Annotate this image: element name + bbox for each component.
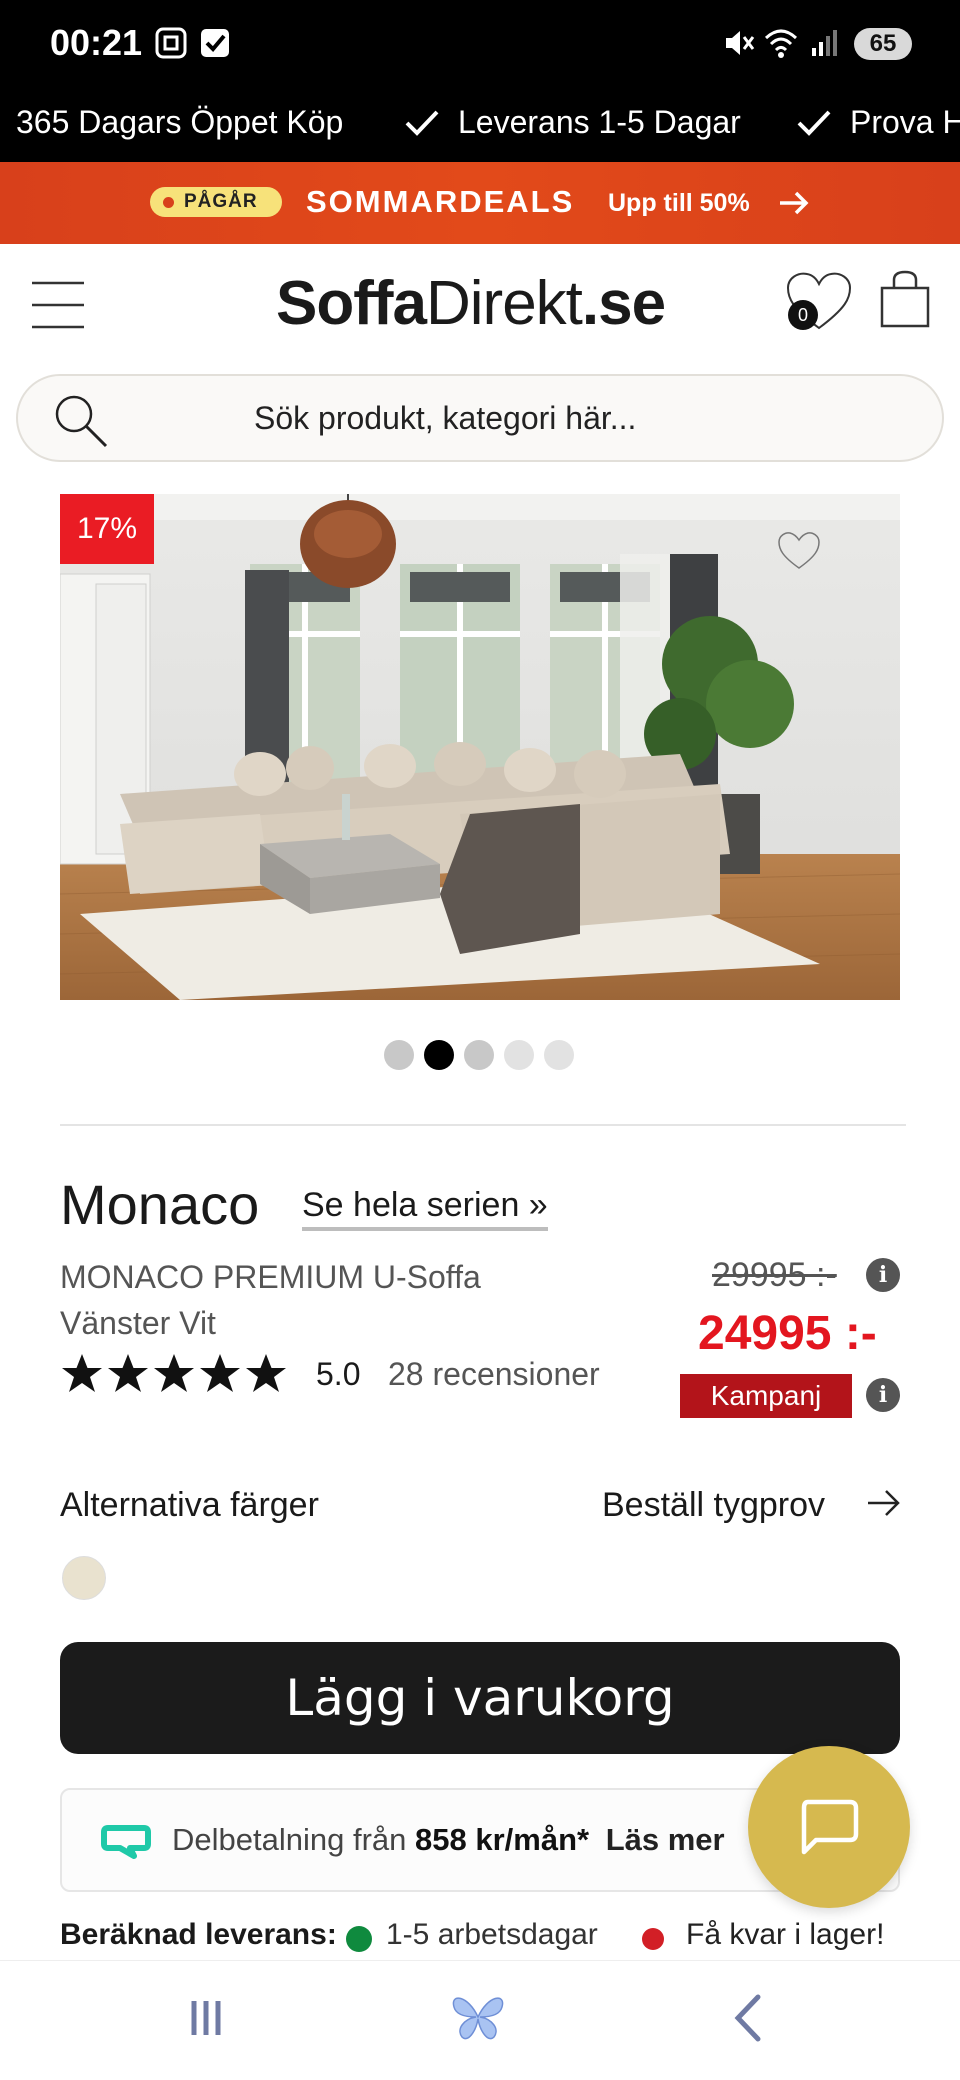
ticker-item: Leverans 1-5 Dagar <box>458 104 741 140</box>
read-more-link[interactable]: Läs mer <box>606 1822 725 1857</box>
ticker-item: Prova H <box>850 104 960 140</box>
color-swatch[interactable] <box>62 1556 106 1600</box>
battery-indicator: 65 <box>854 28 912 60</box>
pagination-dot[interactable] <box>384 1040 414 1070</box>
fabric-sample-link[interactable]: Beställ tygprov <box>602 1486 825 1525</box>
payment-provider-icon <box>101 1825 151 1859</box>
rating-value: 5.0 <box>316 1356 361 1392</box>
screenshot-icon <box>155 27 187 59</box>
product-image[interactable] <box>60 494 900 1000</box>
info-icon[interactable]: i <box>866 1378 900 1412</box>
alt-colors-label: Alternativa färger <box>60 1486 319 1524</box>
search-placeholder: Sök produkt, kategori här... <box>254 400 637 436</box>
promo-subtitle: Upp till 50% <box>608 189 750 217</box>
stock-status: Få kvar i lager! <box>686 1918 885 1951</box>
discount-badge: 17% <box>60 494 154 564</box>
logo-rest: Direkt <box>426 269 583 338</box>
wifi-icon <box>764 29 798 58</box>
pagination-dot[interactable] <box>504 1040 534 1070</box>
recent-apps-icon[interactable] <box>186 1993 236 2043</box>
wishlist-heart-icon[interactable] <box>776 530 822 572</box>
live-dot <box>163 197 174 208</box>
installment-prefix: Delbetalning från <box>172 1822 407 1857</box>
low-stock-dot <box>642 1928 664 1950</box>
campaign-label: Kampanj <box>680 1374 852 1418</box>
in-stock-dot <box>346 1926 372 1952</box>
fabric-sample-label: Beställ tygprov <box>602 1486 825 1524</box>
chat-button[interactable] <box>748 1746 910 1908</box>
installment-amount: 858 kr/mån* <box>415 1822 590 1857</box>
old-price: 29995 :- <box>712 1256 837 1294</box>
live-pill: PÅGÅR <box>150 187 282 217</box>
arrow-right-icon <box>780 191 809 215</box>
delivery-label: Beräknad leverans: <box>60 1918 337 1951</box>
status-bar: 00:21 65 <box>0 0 960 88</box>
check-icon <box>405 110 439 136</box>
arrow-right-icon <box>868 1490 900 1516</box>
gallery-pagination <box>384 1040 584 1072</box>
butterfly-home-icon[interactable] <box>448 1989 508 2045</box>
usp-ticker: 365 Dagars Öppet Köp Leverans 1-5 Dagar … <box>0 88 960 162</box>
promo-title: SOMMARDEALS <box>306 184 575 219</box>
add-to-cart-button[interactable]: Lägg i varukorg <box>60 1642 900 1754</box>
reviews-link[interactable]: 28 recensioner <box>388 1356 600 1393</box>
search-bar[interactable]: Sök produkt, kategori här... <box>16 374 944 462</box>
ticker-item: 365 Dagars Öppet Köp <box>16 104 344 140</box>
product-name: Monaco <box>60 1173 260 1236</box>
wishlist-count-badge: 0 <box>788 300 818 330</box>
pagination-dot[interactable] <box>464 1040 494 1070</box>
site-logo[interactable]: SoffaDirekt.se <box>276 268 666 339</box>
check-icon <box>797 110 831 136</box>
promo-banner[interactable]: PÅGÅR SOMMARDEALS Upp till 50% <box>0 162 960 244</box>
logo-bold: Soffa <box>276 269 427 338</box>
product-subtitle: MONACO PREMIUM U-Soffa Vänster Vit <box>60 1259 481 1341</box>
live-pill-label: PÅGÅR <box>184 191 258 212</box>
logo-tld: .se <box>581 269 666 338</box>
signal-icon <box>812 30 837 56</box>
search-icon <box>55 395 108 448</box>
info-icon[interactable]: i <box>866 1258 900 1292</box>
chat-icon <box>801 1799 859 1855</box>
checkbox-notification-icon <box>201 29 229 57</box>
shopping-bag-icon[interactable] <box>878 268 932 330</box>
campaign-price: 24995 :- <box>698 1307 877 1360</box>
pagination-dot-active[interactable] <box>424 1040 454 1070</box>
living-room-photo <box>60 494 900 1000</box>
status-time: 00:21 <box>50 22 143 63</box>
hamburger-menu-icon[interactable] <box>32 280 86 330</box>
section-divider <box>60 1124 906 1126</box>
site-header: SoffaDirekt.se 0 <box>0 244 960 370</box>
delivery-info: Beräknad leverans: 1-5 arbetsdagar Få kv… <box>60 1918 910 1958</box>
system-nav-bar <box>0 1960 960 2080</box>
back-icon[interactable] <box>728 1991 768 2045</box>
series-link[interactable]: Se hela serien » <box>302 1186 548 1231</box>
mute-icon <box>726 31 755 55</box>
pagination-dot[interactable] <box>544 1040 574 1070</box>
delivery-time: 1-5 arbetsdagar <box>386 1918 598 1951</box>
rating-stars <box>62 1354 286 1392</box>
